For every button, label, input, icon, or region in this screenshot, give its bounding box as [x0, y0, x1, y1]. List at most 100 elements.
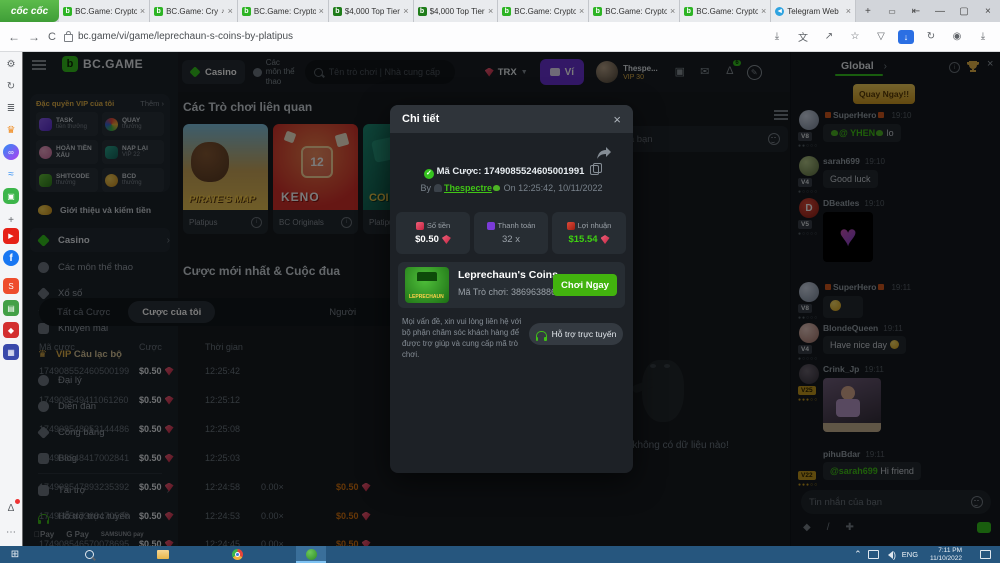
start-button[interactable]: ⊞	[0, 546, 30, 563]
modal-header: Chi tiết ×	[390, 105, 633, 133]
download-button[interactable]: ↓	[898, 30, 914, 44]
language-indicator[interactable]: ENG	[898, 546, 922, 563]
notification-bell-icon[interactable]: Δ	[3, 500, 19, 516]
share-icon[interactable]: ↗	[820, 31, 838, 42]
bcgame-favicon: b	[333, 7, 342, 16]
bet-id-value[interactable]: 1749085524605001991	[484, 166, 584, 177]
gamepad-icon[interactable]: ▣	[3, 188, 19, 204]
taskbar-search-icon[interactable]	[74, 546, 104, 563]
shop-icon[interactable]: ▤	[3, 300, 19, 316]
headset-icon	[536, 331, 547, 338]
sync-icon[interactable]: ↻	[922, 31, 940, 42]
play-now-button[interactable]: Chơi Ngay	[553, 274, 617, 296]
adblock-shield-icon[interactable]: ▽	[872, 31, 890, 42]
copy-icon[interactable]	[590, 165, 599, 175]
browser-tab[interactable]: bBC.Game: Crypto×	[238, 0, 329, 22]
modal-title: Chi tiết	[402, 113, 439, 125]
coccoc-taskbar-icon[interactable]	[296, 546, 326, 563]
downloads-tray-icon[interactable]: ⤓	[974, 31, 992, 42]
tab-close-icon[interactable]: ×	[140, 6, 145, 16]
new-tab-button[interactable]: +	[856, 0, 880, 22]
tab-close-icon[interactable]: ×	[846, 6, 851, 16]
bet-detail-modal: Chi tiết × ✓ Mã Cược: 174908552460500199…	[390, 105, 633, 473]
url-text[interactable]: bc.game/vi/game/leprechaun-s-coins-by-pl…	[78, 31, 293, 42]
tab-close-icon[interactable]: ×	[670, 6, 675, 16]
feed-icon[interactable]: ≣	[3, 100, 19, 116]
browser-tab[interactable]: bBC.Game: Crypto×	[498, 0, 589, 22]
bet-user-link[interactable]: Thespectre	[444, 183, 492, 193]
bookmark-star-icon[interactable]: ☆	[846, 31, 864, 42]
coccoc-edge-sidebar: ⚙ ↻ ≣ ♛ ∞ ≈ ▣ + ▶ f S ▤ ◆ ▦ Δ ⋯	[0, 52, 23, 546]
support-note: Mọi vấn đề, xin vui lòng liên hệ với bộ …	[402, 317, 528, 361]
stat-profit: Lợi nhuận $15.54	[552, 212, 626, 254]
browser-tab[interactable]: ◄Telegram Web×	[771, 0, 856, 22]
volume-icon[interactable]: )	[882, 546, 898, 563]
tab-close-icon[interactable]: ×	[319, 6, 324, 16]
browser-tab[interactable]: b$4,000 Top Tier×	[329, 0, 414, 22]
stat-amount: Số tiền $0.50	[396, 212, 470, 254]
amount-gem-icon	[416, 222, 424, 230]
bet-meta-row: By Thespectre On 12:25:42, 10/11/2022	[390, 183, 633, 193]
window-minimize-button[interactable]: —	[928, 0, 952, 22]
translate-icon[interactable]: 文	[794, 29, 812, 44]
telegram-favicon: ◄	[775, 7, 784, 16]
game-row: LEPRECHAUN Leprechaun's Coins Mã Trò chơ…	[398, 262, 625, 308]
coccoc-brand-button[interactable]: cốc cốc	[0, 0, 59, 22]
bcgame-favicon: b	[63, 7, 72, 16]
crown-icon[interactable]: ♛	[3, 122, 19, 138]
game-thumbnail[interactable]: LEPRECHAUN	[405, 267, 449, 303]
reload-icon[interactable]: C	[48, 31, 56, 43]
browser-tab[interactable]: bBC.Game: Crypto×	[680, 0, 771, 22]
notification-dot	[15, 499, 20, 504]
browser-tab[interactable]: bBC.Game: Cry♪×	[150, 0, 238, 22]
browser-tab-bar: cốc cốc bBC.Game: Crypto× bBC.Game: Cry♪…	[0, 0, 1000, 22]
tab-close-icon[interactable]: ×	[761, 6, 766, 16]
save-page-icon[interactable]: ⤓	[768, 31, 786, 42]
forward-icon[interactable]: →	[28, 30, 40, 44]
game-title: Leprechaun's Coins	[458, 269, 558, 281]
shopee-icon[interactable]: S	[3, 278, 19, 294]
tray-chevron-icon[interactable]: ⌃	[850, 546, 866, 563]
chrome-icon[interactable]	[222, 546, 252, 563]
youtube-icon[interactable]: ▶	[3, 228, 19, 244]
back-to-app-icon[interactable]: ⇤	[904, 0, 928, 22]
action-center-icon[interactable]	[970, 546, 1000, 563]
tab-close-icon[interactable]: ×	[579, 6, 584, 16]
tab-close-icon[interactable]: ×	[488, 6, 493, 16]
settings-gear-icon[interactable]: ⚙	[3, 56, 19, 72]
back-icon[interactable]: ←	[8, 30, 20, 44]
tab-close-icon[interactable]: ×	[228, 6, 233, 16]
bcgame-favicon: b	[502, 7, 511, 16]
window-maximize-button[interactable]: ▢	[952, 0, 976, 22]
browser-tab[interactable]: bBC.Game: Crypto×	[59, 0, 150, 22]
browser-address-bar: ← → C bc.game/vi/game/leprechaun-s-coins…	[0, 22, 1000, 52]
app-grid-icon[interactable]: ▦	[3, 344, 19, 360]
browser-tab[interactable]: bBC.Game: Crypto×	[589, 0, 680, 22]
pip-icon[interactable]: ▭	[880, 0, 904, 22]
more-icon[interactable]: ⋯	[3, 524, 19, 540]
browser-tab[interactable]: b$4,000 Top Tier×	[414, 0, 499, 22]
modal-close-icon[interactable]: ×	[613, 112, 621, 127]
messenger-icon[interactable]: ∞	[3, 144, 19, 160]
audio-icon[interactable]: ♪	[221, 8, 225, 15]
chart-icon[interactable]: ≈	[3, 166, 19, 182]
url-field[interactable]: bc.game/vi/game/leprechaun-s-coins-by-pl…	[64, 31, 760, 42]
share-icon[interactable]	[597, 147, 611, 159]
add-icon[interactable]: +	[3, 212, 19, 228]
network-icon[interactable]	[866, 546, 882, 563]
clock[interactable]: 7:11 PM 11/10/2022	[930, 547, 962, 563]
facebook-icon[interactable]: f	[3, 250, 19, 266]
history-icon[interactable]: ↻	[3, 78, 19, 94]
bcgame-favicon: b	[154, 7, 163, 16]
window-close-button[interactable]: ×	[976, 0, 1000, 22]
bet-id-row: ✓ Mã Cược: 1749085524605001991	[390, 165, 633, 179]
sendo-icon[interactable]: ◆	[3, 322, 19, 338]
tab-close-icon[interactable]: ×	[403, 6, 408, 16]
profile-icon[interactable]: ◉	[948, 31, 966, 42]
gem-icon	[601, 235, 610, 244]
frog-icon	[493, 185, 500, 191]
gem-icon	[442, 235, 451, 244]
live-support-button[interactable]: Hỗ trợ trực tuyến	[529, 323, 623, 345]
payout-card-icon	[487, 222, 495, 230]
file-explorer-icon[interactable]	[148, 546, 178, 563]
